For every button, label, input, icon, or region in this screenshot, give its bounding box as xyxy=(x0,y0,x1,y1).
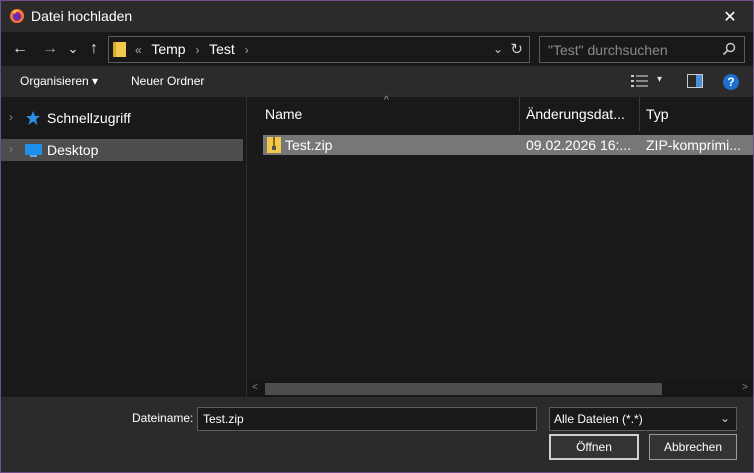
column-header-label: Name xyxy=(265,106,303,122)
horizontal-scrollbar[interactable]: < > xyxy=(247,381,753,397)
forward-button[interactable]: → xyxy=(41,38,59,60)
organize-button[interactable]: Organisieren ▾ xyxy=(20,74,98,88)
window-title: Datei hochladen xyxy=(31,8,133,24)
search-input[interactable] xyxy=(548,37,708,62)
file-name: Test.zip xyxy=(285,137,333,153)
column-header-name[interactable]: Name xyxy=(259,97,520,131)
sidebar-item-quick-access[interactable]: › Schnellzugriff xyxy=(1,107,243,129)
column-header-label: Typ xyxy=(646,106,669,122)
title-bar[interactable]: Datei hochladen ✕ xyxy=(1,1,753,32)
recent-locations-button[interactable]: ⌄ xyxy=(67,38,79,60)
back-button[interactable]: ← xyxy=(11,38,29,60)
view-dropdown-button[interactable]: ▾ xyxy=(657,74,662,85)
breadcrumb-separator[interactable]: › xyxy=(245,43,249,57)
sidebar-item-label: Desktop xyxy=(47,142,99,158)
scroll-left-button[interactable]: < xyxy=(252,382,258,393)
star-pin-icon xyxy=(26,111,40,125)
column-header-type[interactable]: Typ xyxy=(640,97,753,131)
sidebar-item-label: Schnellzugriff xyxy=(47,110,131,126)
zip-folder-icon xyxy=(267,137,281,153)
up-button[interactable]: ↑ xyxy=(85,38,103,60)
expand-chevron-icon[interactable]: › xyxy=(9,142,13,156)
search-icon[interactable] xyxy=(722,42,736,56)
filename-field[interactable] xyxy=(197,407,537,431)
scroll-thumb[interactable] xyxy=(265,383,662,395)
table-row[interactable]: Test.zip 09.02.2026 16:... ZIP-komprimi.… xyxy=(263,135,753,155)
help-icon[interactable]: ? xyxy=(723,74,739,90)
new-folder-button[interactable]: Neuer Ordner xyxy=(131,74,204,88)
scroll-right-button[interactable]: > xyxy=(742,382,748,393)
desktop-icon xyxy=(25,144,42,157)
cancel-button[interactable]: Abbrechen xyxy=(649,434,737,460)
address-dropdown-button[interactable]: ⌄ xyxy=(493,42,503,56)
navigation-pane: › Schnellzugriff › Desktop xyxy=(1,97,247,397)
filetype-select[interactable]: Alle Dateien (*.*) ⌄ xyxy=(549,407,737,431)
file-modified: 09.02.2026 16:... xyxy=(526,137,632,153)
chevron-down-icon[interactable]: ⌄ xyxy=(720,411,730,425)
navigation-bar: ← → ⌄ ↑ « Temp › Test › ⌄ ↻ xyxy=(1,32,753,66)
folder-icon xyxy=(113,42,126,57)
sidebar-item-desktop[interactable]: › Desktop xyxy=(1,139,243,161)
column-header-modified[interactable]: Änderungsdat... xyxy=(520,97,640,131)
command-bar: Organisieren ▾ Neuer Ordner ▾ ? xyxy=(1,66,753,97)
breadcrumb-separator[interactable]: › xyxy=(195,43,199,57)
file-list: ^ Name Änderungsdat... Typ Test.zip 09.0… xyxy=(247,95,753,383)
address-bar[interactable]: « Temp › Test › ⌄ ↻ xyxy=(108,36,530,63)
filetype-value: Alle Dateien (*.*) xyxy=(554,412,643,426)
dialog-footer: Dateiname: Alle Dateien (*.*) ⌄ Öffnen A… xyxy=(1,397,753,472)
open-button[interactable]: Öffnen xyxy=(549,434,639,460)
search-box xyxy=(539,36,745,63)
file-upload-dialog: Datei hochladen ✕ ← → ⌄ ↑ « Temp › Test … xyxy=(0,0,754,473)
close-button[interactable]: ✕ xyxy=(707,1,753,32)
breadcrumb-overflow[interactable]: « xyxy=(135,43,142,57)
filename-input[interactable] xyxy=(198,408,523,430)
expand-chevron-icon[interactable]: › xyxy=(9,110,13,124)
firefox-icon xyxy=(10,9,24,23)
refresh-button[interactable]: ↻ xyxy=(510,40,523,58)
breadcrumb: « Temp › Test › xyxy=(135,41,255,57)
breadcrumb-item-temp[interactable]: Temp xyxy=(151,41,185,57)
filename-label: Dateiname: xyxy=(132,411,194,425)
file-type: ZIP-komprimi... xyxy=(646,137,741,153)
details-view-icon[interactable] xyxy=(631,74,649,88)
column-header-label: Änderungsdat... xyxy=(526,106,625,122)
preview-pane-icon[interactable] xyxy=(687,74,703,88)
breadcrumb-item-test[interactable]: Test xyxy=(209,41,235,57)
